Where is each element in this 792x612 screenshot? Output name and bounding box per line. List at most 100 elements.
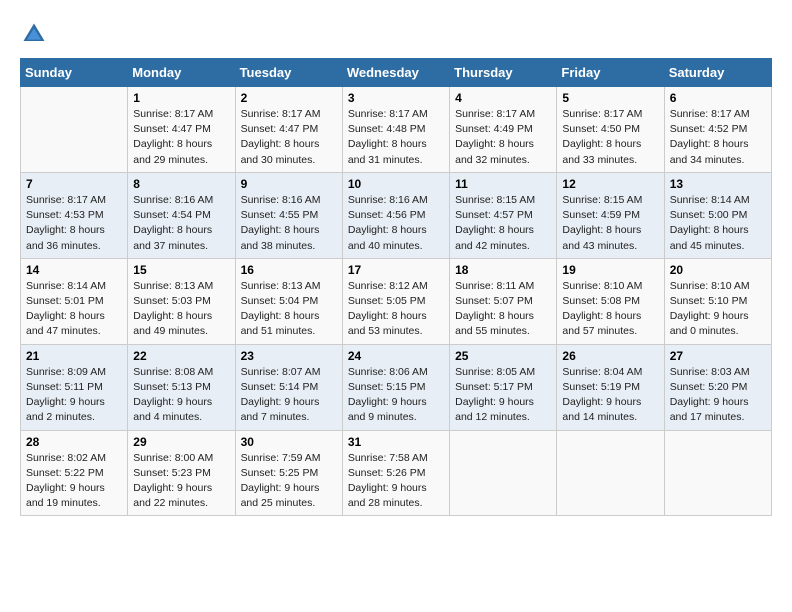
page-header	[20, 20, 772, 48]
day-info: Sunrise: 8:17 AMSunset: 4:53 PMDaylight:…	[26, 193, 122, 254]
calendar-cell: 24 Sunrise: 8:06 AMSunset: 5:15 PMDaylig…	[342, 344, 449, 430]
calendar-cell: 26 Sunrise: 8:04 AMSunset: 5:19 PMDaylig…	[557, 344, 664, 430]
day-info: Sunrise: 8:05 AMSunset: 5:17 PMDaylight:…	[455, 365, 551, 426]
calendar-cell: 21 Sunrise: 8:09 AMSunset: 5:11 PMDaylig…	[21, 344, 128, 430]
day-info: Sunrise: 8:09 AMSunset: 5:11 PMDaylight:…	[26, 365, 122, 426]
calendar-cell: 6 Sunrise: 8:17 AMSunset: 4:52 PMDayligh…	[664, 87, 771, 173]
day-number: 22	[133, 349, 229, 363]
day-number: 3	[348, 91, 444, 105]
day-number: 10	[348, 177, 444, 191]
day-number: 8	[133, 177, 229, 191]
calendar-cell: 8 Sunrise: 8:16 AMSunset: 4:54 PMDayligh…	[128, 172, 235, 258]
week-row-3: 14 Sunrise: 8:14 AMSunset: 5:01 PMDaylig…	[21, 258, 772, 344]
calendar-cell	[21, 87, 128, 173]
day-info: Sunrise: 8:17 AMSunset: 4:48 PMDaylight:…	[348, 107, 444, 168]
calendar-cell: 13 Sunrise: 8:14 AMSunset: 5:00 PMDaylig…	[664, 172, 771, 258]
calendar-cell: 1 Sunrise: 8:17 AMSunset: 4:47 PMDayligh…	[128, 87, 235, 173]
day-number: 29	[133, 435, 229, 449]
day-number: 1	[133, 91, 229, 105]
calendar-cell: 11 Sunrise: 8:15 AMSunset: 4:57 PMDaylig…	[450, 172, 557, 258]
day-number: 20	[670, 263, 766, 277]
weekday-header-sunday: Sunday	[21, 59, 128, 87]
day-info: Sunrise: 8:08 AMSunset: 5:13 PMDaylight:…	[133, 365, 229, 426]
day-number: 23	[241, 349, 337, 363]
calendar-cell: 16 Sunrise: 8:13 AMSunset: 5:04 PMDaylig…	[235, 258, 342, 344]
calendar-cell: 25 Sunrise: 8:05 AMSunset: 5:17 PMDaylig…	[450, 344, 557, 430]
day-info: Sunrise: 8:15 AMSunset: 4:57 PMDaylight:…	[455, 193, 551, 254]
day-info: Sunrise: 8:02 AMSunset: 5:22 PMDaylight:…	[26, 451, 122, 512]
calendar-cell: 5 Sunrise: 8:17 AMSunset: 4:50 PMDayligh…	[557, 87, 664, 173]
day-number: 26	[562, 349, 658, 363]
logo	[20, 20, 52, 48]
day-number: 4	[455, 91, 551, 105]
day-info: Sunrise: 8:13 AMSunset: 5:03 PMDaylight:…	[133, 279, 229, 340]
day-info: Sunrise: 8:16 AMSunset: 4:56 PMDaylight:…	[348, 193, 444, 254]
day-info: Sunrise: 8:03 AMSunset: 5:20 PMDaylight:…	[670, 365, 766, 426]
day-info: Sunrise: 7:58 AMSunset: 5:26 PMDaylight:…	[348, 451, 444, 512]
day-number: 18	[455, 263, 551, 277]
calendar-cell: 9 Sunrise: 8:16 AMSunset: 4:55 PMDayligh…	[235, 172, 342, 258]
day-info: Sunrise: 8:17 AMSunset: 4:47 PMDaylight:…	[241, 107, 337, 168]
day-info: Sunrise: 8:06 AMSunset: 5:15 PMDaylight:…	[348, 365, 444, 426]
day-info: Sunrise: 8:15 AMSunset: 4:59 PMDaylight:…	[562, 193, 658, 254]
calendar-table: SundayMondayTuesdayWednesdayThursdayFrid…	[20, 58, 772, 516]
calendar-cell: 12 Sunrise: 8:15 AMSunset: 4:59 PMDaylig…	[557, 172, 664, 258]
day-number: 2	[241, 91, 337, 105]
calendar-cell: 31 Sunrise: 7:58 AMSunset: 5:26 PMDaylig…	[342, 430, 449, 516]
calendar-cell	[450, 430, 557, 516]
calendar-cell: 7 Sunrise: 8:17 AMSunset: 4:53 PMDayligh…	[21, 172, 128, 258]
calendar-cell: 18 Sunrise: 8:11 AMSunset: 5:07 PMDaylig…	[450, 258, 557, 344]
week-row-4: 21 Sunrise: 8:09 AMSunset: 5:11 PMDaylig…	[21, 344, 772, 430]
calendar-cell: 2 Sunrise: 8:17 AMSunset: 4:47 PMDayligh…	[235, 87, 342, 173]
day-info: Sunrise: 8:17 AMSunset: 4:50 PMDaylight:…	[562, 107, 658, 168]
day-number: 28	[26, 435, 122, 449]
day-number: 24	[348, 349, 444, 363]
week-row-5: 28 Sunrise: 8:02 AMSunset: 5:22 PMDaylig…	[21, 430, 772, 516]
calendar-cell: 14 Sunrise: 8:14 AMSunset: 5:01 PMDaylig…	[21, 258, 128, 344]
week-row-2: 7 Sunrise: 8:17 AMSunset: 4:53 PMDayligh…	[21, 172, 772, 258]
calendar-cell: 3 Sunrise: 8:17 AMSunset: 4:48 PMDayligh…	[342, 87, 449, 173]
week-row-1: 1 Sunrise: 8:17 AMSunset: 4:47 PMDayligh…	[21, 87, 772, 173]
calendar-cell: 29 Sunrise: 8:00 AMSunset: 5:23 PMDaylig…	[128, 430, 235, 516]
day-info: Sunrise: 8:12 AMSunset: 5:05 PMDaylight:…	[348, 279, 444, 340]
calendar-cell: 10 Sunrise: 8:16 AMSunset: 4:56 PMDaylig…	[342, 172, 449, 258]
day-number: 13	[670, 177, 766, 191]
calendar-cell: 17 Sunrise: 8:12 AMSunset: 5:05 PMDaylig…	[342, 258, 449, 344]
day-info: Sunrise: 8:16 AMSunset: 4:54 PMDaylight:…	[133, 193, 229, 254]
day-info: Sunrise: 8:14 AMSunset: 5:00 PMDaylight:…	[670, 193, 766, 254]
day-info: Sunrise: 8:16 AMSunset: 4:55 PMDaylight:…	[241, 193, 337, 254]
calendar-cell: 22 Sunrise: 8:08 AMSunset: 5:13 PMDaylig…	[128, 344, 235, 430]
day-info: Sunrise: 8:17 AMSunset: 4:52 PMDaylight:…	[670, 107, 766, 168]
calendar-cell: 30 Sunrise: 7:59 AMSunset: 5:25 PMDaylig…	[235, 430, 342, 516]
weekday-header-monday: Monday	[128, 59, 235, 87]
day-number: 6	[670, 91, 766, 105]
logo-icon	[20, 20, 48, 48]
day-info: Sunrise: 8:04 AMSunset: 5:19 PMDaylight:…	[562, 365, 658, 426]
day-info: Sunrise: 8:13 AMSunset: 5:04 PMDaylight:…	[241, 279, 337, 340]
day-info: Sunrise: 8:14 AMSunset: 5:01 PMDaylight:…	[26, 279, 122, 340]
day-number: 12	[562, 177, 658, 191]
day-info: Sunrise: 8:10 AMSunset: 5:10 PMDaylight:…	[670, 279, 766, 340]
calendar-cell: 19 Sunrise: 8:10 AMSunset: 5:08 PMDaylig…	[557, 258, 664, 344]
weekday-header-saturday: Saturday	[664, 59, 771, 87]
calendar-cell: 23 Sunrise: 8:07 AMSunset: 5:14 PMDaylig…	[235, 344, 342, 430]
day-number: 15	[133, 263, 229, 277]
day-number: 27	[670, 349, 766, 363]
calendar-cell: 20 Sunrise: 8:10 AMSunset: 5:10 PMDaylig…	[664, 258, 771, 344]
weekday-header-tuesday: Tuesday	[235, 59, 342, 87]
day-number: 16	[241, 263, 337, 277]
day-number: 25	[455, 349, 551, 363]
day-info: Sunrise: 8:17 AMSunset: 4:49 PMDaylight:…	[455, 107, 551, 168]
calendar-cell: 4 Sunrise: 8:17 AMSunset: 4:49 PMDayligh…	[450, 87, 557, 173]
calendar-cell	[557, 430, 664, 516]
day-number: 30	[241, 435, 337, 449]
weekday-header-friday: Friday	[557, 59, 664, 87]
day-number: 19	[562, 263, 658, 277]
day-number: 7	[26, 177, 122, 191]
weekday-header-row: SundayMondayTuesdayWednesdayThursdayFrid…	[21, 59, 772, 87]
day-info: Sunrise: 8:11 AMSunset: 5:07 PMDaylight:…	[455, 279, 551, 340]
day-info: Sunrise: 8:00 AMSunset: 5:23 PMDaylight:…	[133, 451, 229, 512]
day-info: Sunrise: 8:10 AMSunset: 5:08 PMDaylight:…	[562, 279, 658, 340]
day-number: 31	[348, 435, 444, 449]
calendar-cell	[664, 430, 771, 516]
